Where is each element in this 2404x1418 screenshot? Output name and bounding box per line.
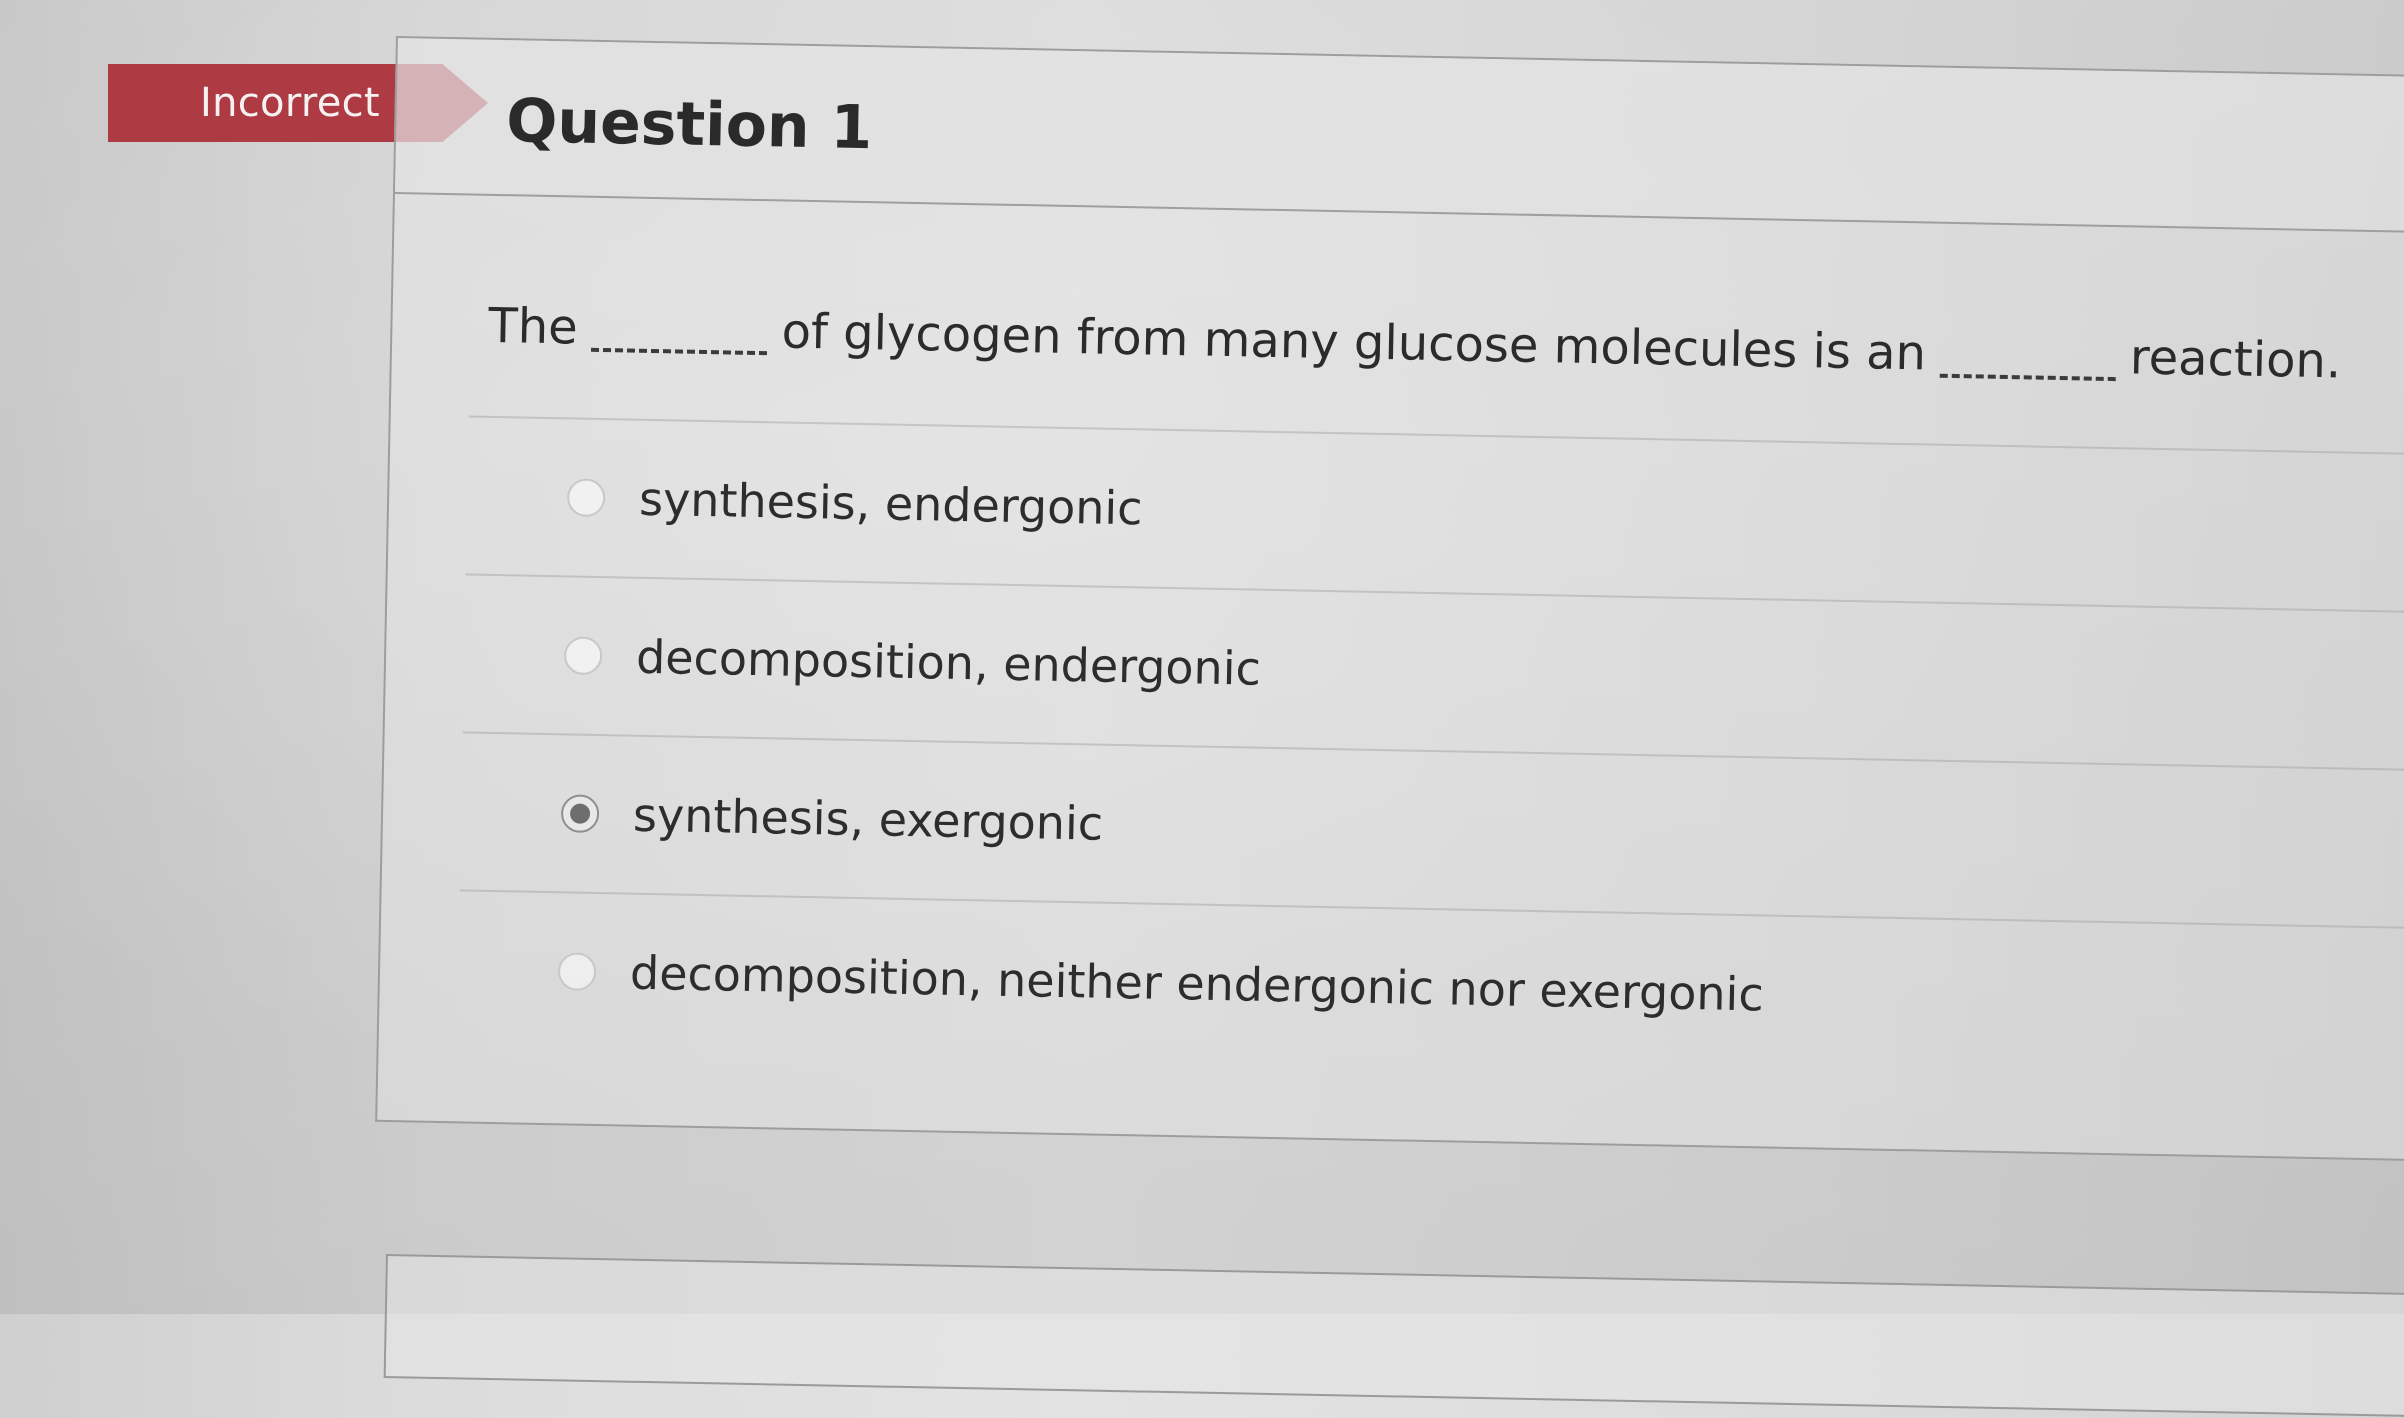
radio-button[interactable] (566, 478, 606, 518)
answer-option-label[interactable]: synthesis, exergonic (633, 788, 1104, 851)
question-prompt-middle: of glycogen from many glucose molecules … (781, 303, 1927, 382)
radio-button-selected[interactable] (560, 794, 600, 834)
next-question-card (383, 1254, 2404, 1418)
question-card: Question 1 The of glycogen from many glu… (375, 36, 2404, 1161)
status-badge-label: Incorrect (200, 80, 380, 126)
question-blank-2 (1939, 373, 2116, 382)
question-prompt: The of glycogen from many glucose molecu… (488, 298, 2342, 390)
answer-option-label[interactable]: synthesis, endergonic (639, 472, 1143, 536)
radio-button[interactable] (557, 952, 597, 992)
question-prompt-end: reaction. (2129, 329, 2342, 390)
answer-option-label[interactable]: decomposition, neither endergonic nor ex… (630, 946, 1765, 1022)
question-header: Question 1 (394, 38, 2404, 234)
question-blank-1 (591, 347, 768, 356)
answer-option-label[interactable]: decomposition, endergonic (636, 630, 1262, 696)
question-prompt-start: The (487, 297, 579, 356)
question-title: Question 1 (505, 86, 873, 164)
radio-button[interactable] (563, 636, 603, 676)
